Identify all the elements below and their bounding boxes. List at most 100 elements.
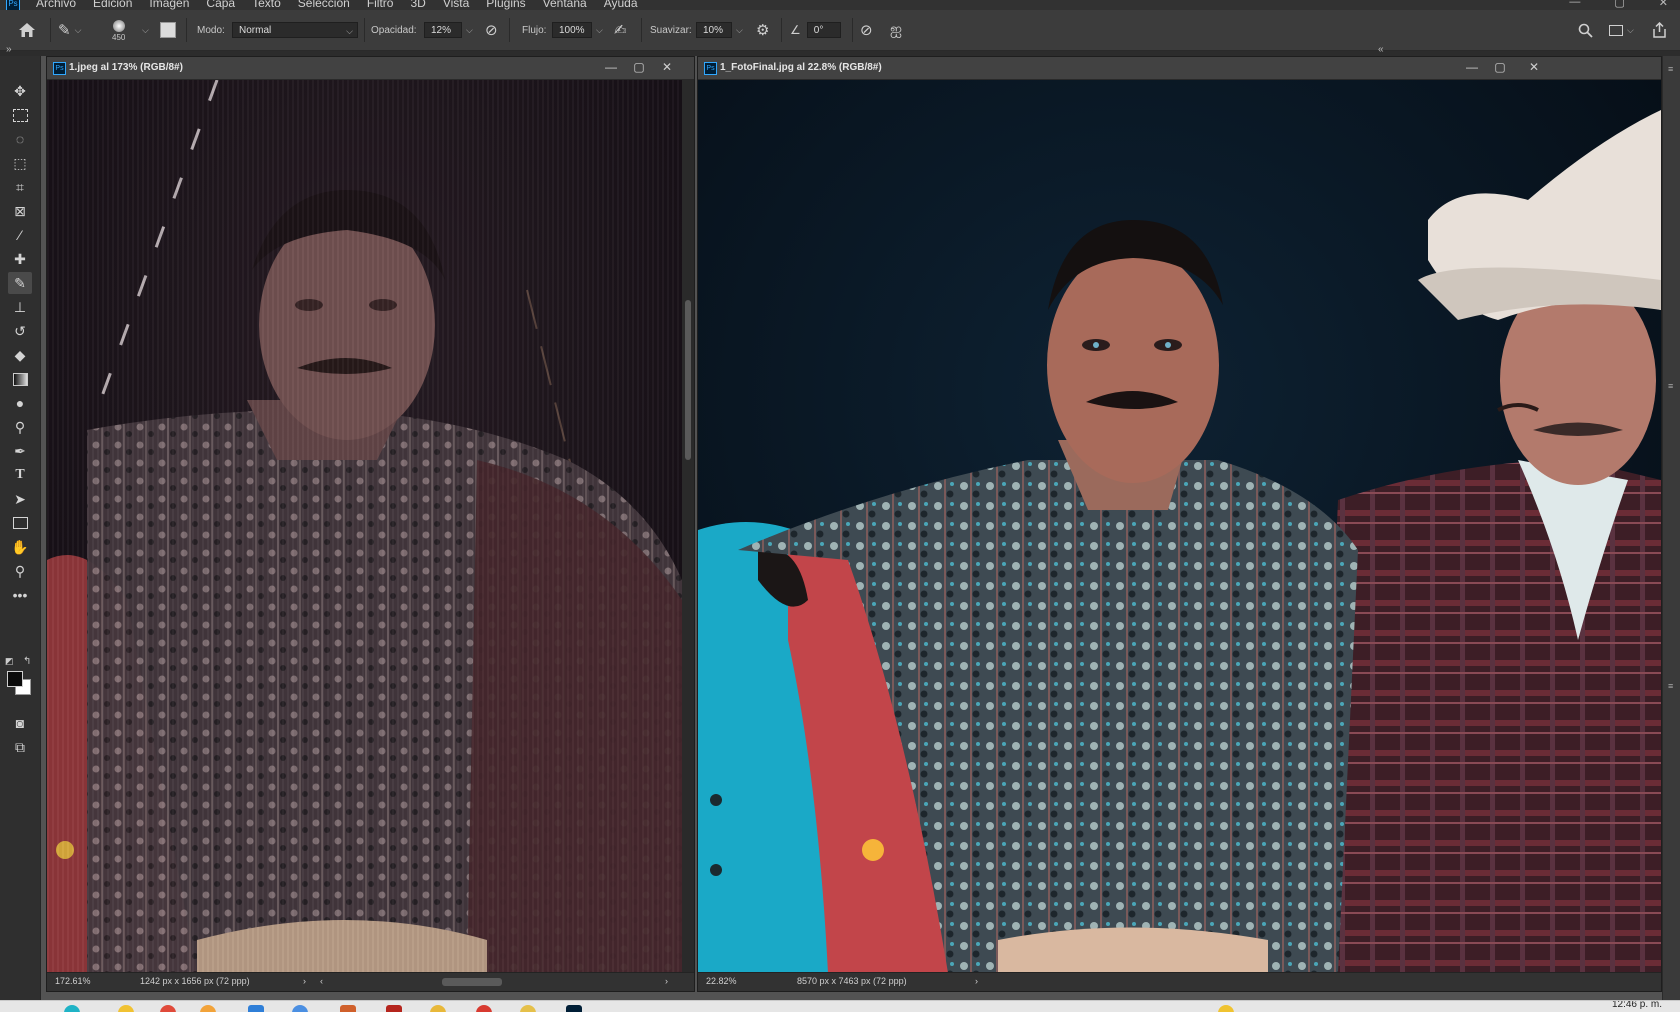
- home-button[interactable]: [18, 10, 36, 50]
- mode-select[interactable]: Normal ⌵: [232, 10, 358, 50]
- type-tool-icon[interactable]: T: [8, 464, 32, 486]
- soft-brush-icon: [112, 20, 125, 32]
- search-button[interactable]: [1578, 10, 1593, 50]
- zoom-tool-icon[interactable]: ⚲: [8, 560, 32, 582]
- menu-edicion[interactable]: Edición: [93, 0, 132, 10]
- chevron-down-icon[interactable]: ⌵: [736, 25, 743, 36]
- object-selection-tool-icon[interactable]: ⬚: [8, 152, 32, 174]
- menu-vista[interactable]: Vista: [443, 0, 469, 10]
- rectangle-tool-icon[interactable]: [8, 512, 32, 534]
- menu-texto[interactable]: Texto: [252, 0, 281, 10]
- workspace-icon: [1609, 24, 1623, 36]
- move-tool-icon[interactable]: ✥: [8, 80, 32, 102]
- quick-mask-icon[interactable]: ◙: [8, 712, 32, 734]
- pressure-size-button[interactable]: ⊘: [860, 10, 873, 50]
- path-selection-tool-icon[interactable]: ➤: [8, 488, 32, 510]
- default-colors-icon[interactable]: ◩: [5, 656, 14, 667]
- airbrush-button[interactable]: ✍: [614, 10, 627, 50]
- zoom-level[interactable]: 22.82%: [706, 976, 737, 986]
- eraser-tool-icon[interactable]: ◆: [8, 344, 32, 366]
- expand-toolbar-icon[interactable]: »: [6, 44, 12, 55]
- frame-tool-icon[interactable]: ⊠: [8, 200, 32, 222]
- document-titlebar[interactable]: Ps 1_FotoFinal.jpg al 22.8% (RGB/8#) — ▢…: [698, 57, 1661, 80]
- share-button[interactable]: [1652, 10, 1667, 50]
- gradient-tool-icon[interactable]: [8, 368, 32, 390]
- ps-document-icon: Ps: [53, 62, 66, 75]
- smoothing-value: 10%: [696, 22, 732, 38]
- symmetry-button[interactable]: ஐ: [890, 10, 902, 50]
- swap-colors-icon[interactable]: ↰: [23, 656, 31, 667]
- minimize-icon[interactable]: —: [1569, 0, 1580, 9]
- status-menu-icon[interactable]: ›: [303, 976, 306, 986]
- scrollbar-thumb[interactable]: [685, 300, 691, 460]
- chevron-down-icon[interactable]: ⌵: [466, 25, 473, 36]
- document-canvas[interactable]: [47, 80, 682, 973]
- maximize-icon[interactable]: ▢: [1614, 0, 1624, 9]
- close-icon[interactable]: ✕: [1659, 0, 1668, 9]
- document-titlebar[interactable]: Ps 1.jpeg al 173% (RGB/8#) — ▢ ✕: [47, 57, 694, 80]
- smoothing-label: Suavizar:: [650, 24, 692, 36]
- menu-ayuda[interactable]: Ayuda: [604, 0, 638, 10]
- document-canvas[interactable]: [698, 80, 1661, 973]
- brush-picker-toggle[interactable]: ⌵: [138, 10, 149, 50]
- menu-ventana[interactable]: Ventana: [543, 0, 587, 10]
- horizontal-scrollbar-thumb[interactable]: [442, 978, 502, 986]
- workspace-button[interactable]: ⌵: [1609, 10, 1634, 50]
- scroll-right-icon[interactable]: ›: [665, 976, 668, 986]
- dodge-tool-icon[interactable]: ⚲: [8, 416, 32, 438]
- opacity-input[interactable]: 12% ⌵: [424, 10, 473, 50]
- vertical-scrollbar[interactable]: [682, 80, 694, 973]
- smoothing-input[interactable]: 10% ⌵: [696, 10, 743, 50]
- menu-3d[interactable]: 3D: [410, 0, 425, 10]
- lasso-tool-icon[interactable]: ◌: [8, 128, 32, 150]
- healing-brush-tool-icon[interactable]: ✚: [8, 248, 32, 270]
- brush-settings-button[interactable]: [160, 10, 176, 50]
- zoom-level[interactable]: 172.61%: [55, 976, 91, 986]
- eyedropper-tool-icon[interactable]: ⁄: [8, 224, 32, 246]
- angle-value: 0°: [806, 22, 841, 38]
- menu-filtro[interactable]: Filtro: [367, 0, 394, 10]
- brush-tool-icon[interactable]: ✎: [8, 272, 32, 294]
- flow-input[interactable]: 100% ⌵: [552, 10, 603, 50]
- maximize-icon[interactable]: ▢: [1493, 60, 1507, 74]
- menu-archivo[interactable]: Archivo: [36, 0, 76, 10]
- clone-stamp-tool-icon[interactable]: ⊥: [8, 296, 32, 318]
- status-menu-icon[interactable]: ›: [975, 976, 978, 986]
- crop-tool-icon[interactable]: ⌗: [8, 176, 32, 198]
- collapse-panels-icon[interactable]: «: [1378, 44, 1384, 55]
- close-icon[interactable]: ✕: [660, 60, 674, 74]
- smoothing-options-button[interactable]: ⚙: [756, 10, 769, 50]
- share-icon: [1653, 22, 1666, 38]
- menu-imagen[interactable]: Imagen: [149, 0, 189, 10]
- panel-grip-icon[interactable]: ≡: [1668, 381, 1673, 391]
- more-tools-icon[interactable]: •••: [8, 584, 32, 606]
- pressure-opacity-button[interactable]: ⊘: [485, 10, 498, 50]
- panel-grip-icon[interactable]: ≡: [1668, 681, 1673, 691]
- mode-label: Modo:: [197, 24, 225, 36]
- angle-control[interactable]: ∠ 0°: [790, 10, 841, 50]
- hand-tool-icon[interactable]: ✋: [8, 536, 32, 558]
- flow-label: Flujo:: [522, 24, 547, 36]
- pen-tool-icon[interactable]: ✒: [8, 440, 32, 462]
- minimize-icon[interactable]: —: [604, 60, 618, 74]
- panel-menu-icon[interactable]: ≡: [1668, 64, 1673, 74]
- history-brush-tool-icon[interactable]: ↺: [8, 320, 32, 342]
- brush-size-picker[interactable]: 450: [112, 10, 125, 50]
- separator: [852, 18, 853, 42]
- menu-plugins[interactable]: Plugins: [486, 0, 525, 10]
- scroll-left-icon[interactable]: ‹: [320, 976, 323, 986]
- taskbar-clock[interactable]: 12:46 p. m.: [1612, 1001, 1662, 1010]
- tool-preset-picker[interactable]: ✎ ⌵: [58, 10, 81, 50]
- maximize-icon[interactable]: ▢: [632, 60, 646, 74]
- close-icon[interactable]: ✕: [1527, 60, 1541, 74]
- menu-seleccion[interactable]: Selección: [298, 0, 350, 10]
- blur-tool-icon[interactable]: ●: [8, 392, 32, 414]
- marquee-tool-icon[interactable]: [8, 104, 32, 126]
- menu-capa[interactable]: Capa: [206, 0, 235, 10]
- screen-mode-icon[interactable]: ⧉: [8, 736, 32, 758]
- foreground-color-swatch[interactable]: [7, 671, 23, 687]
- opacity-label: Opacidad:: [371, 24, 417, 36]
- angle-icon: ∠: [790, 23, 801, 37]
- chevron-down-icon[interactable]: ⌵: [596, 25, 603, 36]
- minimize-icon[interactable]: —: [1465, 60, 1479, 74]
